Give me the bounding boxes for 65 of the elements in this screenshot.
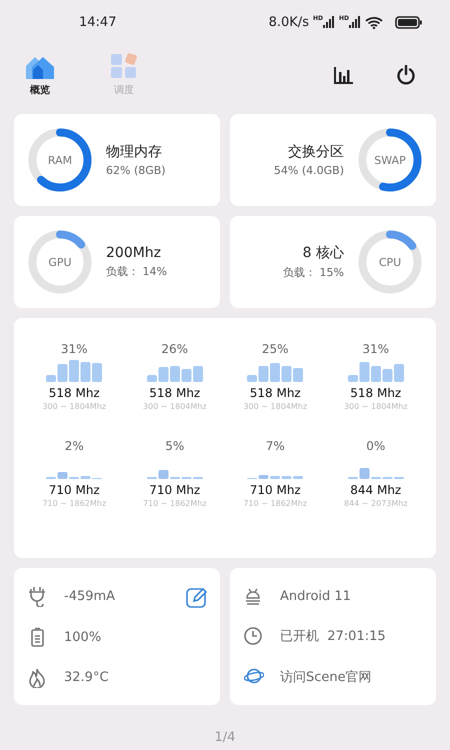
- frequency-range: 300 ~ 1804Mhz: [142, 402, 207, 411]
- gauge-detail: 54% (4.0GB): [274, 164, 344, 177]
- core-load: 7%: [266, 439, 285, 453]
- clock: 14:47: [79, 14, 116, 30]
- load-history-chart: [46, 360, 102, 382]
- core-load: 31%: [362, 342, 390, 356]
- core-load: 0%: [366, 439, 386, 453]
- signal-icon: [322, 16, 335, 28]
- gauge-detail: 62% (8GB): [106, 164, 166, 177]
- frequency-range: 300 ~ 1804Mhz: [243, 402, 308, 411]
- frequency-range: 300 ~ 1804Mhz: [42, 402, 106, 411]
- core-frequency: 518 Mhz: [350, 386, 402, 400]
- core-load: 31%: [60, 342, 88, 356]
- core-frequency: 518 Mhz: [149, 386, 200, 400]
- gauge-detail: 负载： 14%: [106, 264, 167, 279]
- core-frequency: 710 Mhz: [149, 483, 200, 497]
- gauge-title: 8 核心: [302, 244, 344, 262]
- frequency-range: 710 ~ 1862Mhz: [243, 499, 308, 508]
- info-value: 100%: [64, 630, 102, 644]
- load-history-chart: [348, 468, 404, 479]
- load-history-chart: [348, 362, 404, 382]
- core-load: 26%: [161, 342, 188, 356]
- plug-icon: [28, 586, 48, 607]
- core-frequency: 518 Mhz: [250, 386, 301, 400]
- frequency-range: 300 ~ 1804Mhz: [344, 402, 408, 411]
- core-load: 2%: [64, 439, 84, 453]
- load-history-chart: [46, 472, 102, 479]
- power-icon[interactable]: [396, 65, 416, 85]
- gauge-title: 200Mhz: [106, 245, 162, 261]
- core-frequency: 710 Mhz: [250, 483, 301, 497]
- flame-icon: [28, 666, 48, 688]
- gauge-label: RAM: [46, 152, 74, 168]
- info-value: 32.9°C: [64, 670, 109, 684]
- info-value: Android 11: [280, 588, 351, 604]
- gauge-label: GPU: [47, 254, 73, 270]
- signal-icon: [349, 16, 361, 28]
- grid-icon: [110, 53, 138, 79]
- gauge-label: CPU: [378, 254, 402, 270]
- load-history-chart: [146, 470, 203, 479]
- frequency-range: 710 ~ 1862Mhz: [142, 499, 207, 508]
- gauge-title: 物理内存: [106, 143, 163, 161]
- info-value: -459mA: [64, 589, 116, 604]
- website-link[interactable]: 访问Scene官网: [280, 668, 372, 686]
- core-frequency: 518 Mhz: [48, 386, 100, 400]
- frequency-range: 844 ~ 2073Mhz: [344, 499, 408, 508]
- load-history-chart: [247, 475, 304, 479]
- clock-icon: [244, 626, 264, 647]
- load-history-chart: [247, 363, 304, 382]
- frequency-range: 710 ~ 1862Mhz: [42, 499, 106, 508]
- nav-tab[interactable]: 概览: [20, 53, 60, 97]
- core-frequency: 844 Mhz: [350, 483, 402, 497]
- bar-chart-icon[interactable]: [334, 66, 354, 84]
- gauge-label: SWAP: [373, 152, 407, 168]
- battery-icon: [395, 16, 422, 28]
- core-load: 25%: [262, 342, 289, 356]
- core-frequency: 710 Mhz: [48, 483, 100, 497]
- page-indicator: 1/4: [214, 730, 236, 747]
- uptime-text: 已开机 27:01:15: [280, 628, 386, 646]
- edit-icon[interactable]: [186, 586, 208, 608]
- gauge-title: 交换分区: [288, 143, 344, 161]
- wifi-icon: [365, 16, 383, 28]
- load-history-chart: [146, 366, 203, 382]
- gauge-detail: 负载： 15%: [283, 265, 344, 280]
- network-speed: 8.0K/s: [268, 14, 309, 30]
- core-load: 5%: [165, 439, 184, 453]
